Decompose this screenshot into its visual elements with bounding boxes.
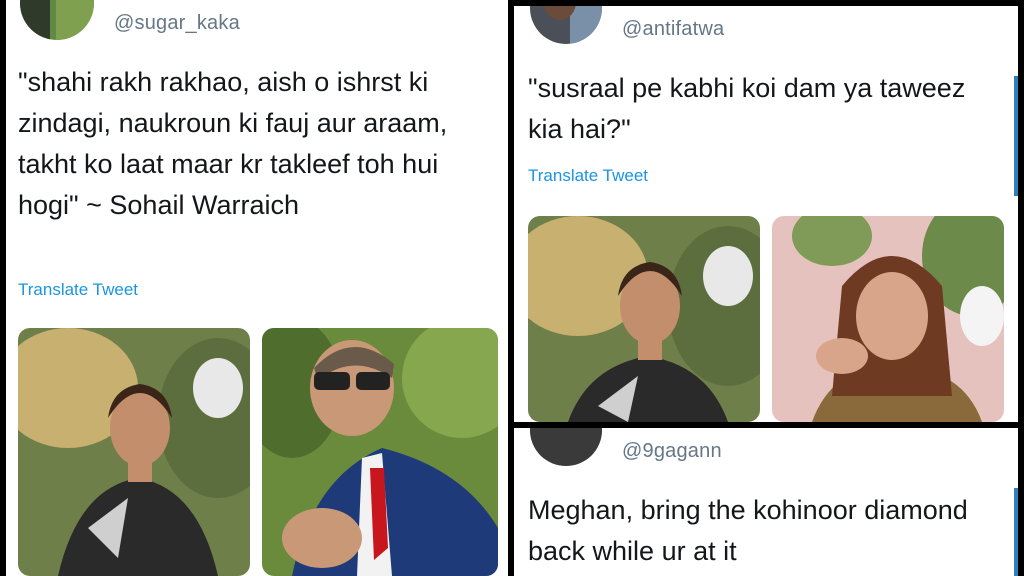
tweet-photo-woman[interactable] xyxy=(18,328,250,576)
tweet-card-antifatwa: @antifatwa "susraal pe kabhi koi dam ya … xyxy=(514,6,1018,422)
translate-tweet-link[interactable]: Translate Tweet xyxy=(528,166,648,186)
avatar[interactable] xyxy=(20,0,94,40)
tweet-text: Meghan, bring the kohinoor diamond back … xyxy=(528,495,968,566)
tweet-handle[interactable]: @sugar_kaka xyxy=(114,12,240,35)
tweet-text: "susraal pe kabhi koi dam ya taweez kia … xyxy=(528,73,966,144)
avatar[interactable] xyxy=(530,6,602,44)
tweet-handle[interactable]: @9gagann xyxy=(622,440,722,463)
translate-tweet-link[interactable]: Translate Tweet xyxy=(18,280,138,300)
scrollbar[interactable] xyxy=(1014,488,1018,576)
tweet-card-sugar-kaka: @sugar_kaka "shahi rakh rakhao, aish o i… xyxy=(6,0,508,576)
scrollbar[interactable] xyxy=(1014,76,1018,196)
tweet-photo-older-woman[interactable] xyxy=(772,216,1004,422)
avatar[interactable] xyxy=(530,428,602,466)
tweet-card-9gagann: @9gagann Meghan, bring the kohinoor diam… xyxy=(514,428,1018,576)
tweet-photo-woman[interactable] xyxy=(528,216,760,422)
tweet-photo-man[interactable] xyxy=(262,328,498,576)
tweet-text: "shahi rakh rakhao, aish o ishrst ki zin… xyxy=(18,67,448,220)
tweet-handle[interactable]: @antifatwa xyxy=(622,18,724,41)
